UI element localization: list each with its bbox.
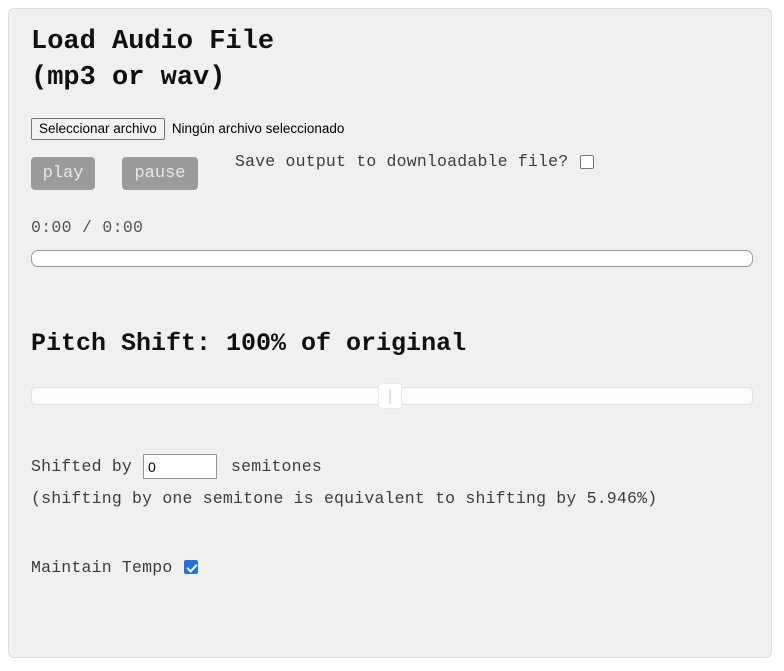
save-output-group: Save output to downloadable file? [235, 150, 595, 174]
save-output-checkbox[interactable] [580, 154, 595, 169]
play-button[interactable]: play [31, 156, 95, 190]
maintain-tempo-group: Maintain Tempo [31, 556, 759, 578]
save-output-label: Save output to downloadable file? [235, 152, 569, 172]
maintain-tempo-label: Maintain Tempo [31, 557, 173, 577]
semitones-note: (shifting by one semitone is equivalent … [31, 488, 658, 508]
content-area: Load Audio File (mp3 or wav) Seleccionar… [31, 25, 759, 578]
playback-controls-row: play pause Save output to downloadable f… [31, 150, 759, 190]
pitch-shift-heading: Pitch Shift: 100% of original [31, 328, 467, 358]
maintain-tempo-checkbox[interactable] [184, 560, 199, 575]
time-display: 0:00 / 0:00 [31, 217, 144, 237]
pitch-slider-thumb[interactable] [378, 382, 402, 409]
semitones-input[interactable] [143, 454, 218, 480]
select-file-button[interactable]: Seleccionar archivo [31, 117, 165, 140]
pause-button[interactable]: pause [122, 156, 198, 190]
semitones-prefix-label: Shifted by [31, 457, 133, 477]
semitones-row: Shifted by semitones [31, 454, 759, 480]
playback-progress-bar[interactable] [31, 249, 753, 267]
page-title: Load Audio File (mp3 or wav) [31, 27, 275, 93]
app-container: Load Audio File (mp3 or wav) Seleccionar… [8, 8, 772, 658]
file-selection-status: Ningún archivo seleccionado [171, 121, 345, 137]
semitones-suffix-label: semitones [231, 457, 322, 477]
pitch-shift-slider[interactable] [31, 382, 753, 409]
file-input-row: Seleccionar archivo Ningún archivo selec… [31, 117, 759, 140]
